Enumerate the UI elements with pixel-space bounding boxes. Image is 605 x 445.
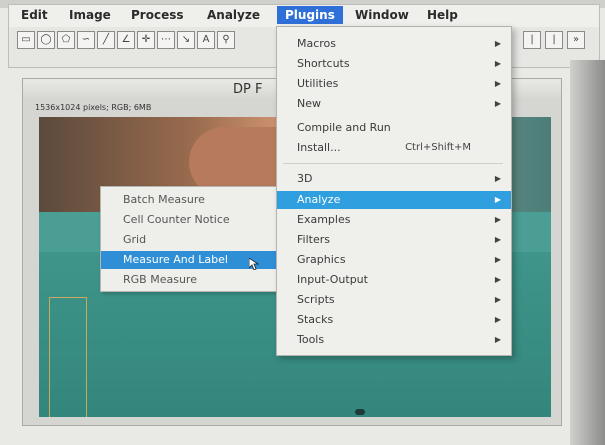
more-tools-icon[interactable]: » xyxy=(567,31,585,49)
submenu-item-grid[interactable]: Grid xyxy=(123,233,146,246)
plugins-item-examples[interactable]: Examples xyxy=(297,213,350,226)
plugins-item-tools[interactable]: Tools xyxy=(297,333,324,346)
image-info: 1536x1024 pixels; RGB; 6MB xyxy=(35,103,152,112)
plugins-item-utilities[interactable]: Utilities xyxy=(297,77,338,90)
rectangle-tool-icon[interactable]: ▭ xyxy=(17,31,35,49)
submenu-arrow-icon: ▶ xyxy=(494,79,501,88)
submenu-item-batch-measure[interactable]: Batch Measure xyxy=(123,193,205,206)
submenu-item-measure-and-label[interactable]: Measure And Label xyxy=(123,253,228,266)
roi-outline xyxy=(49,297,87,417)
submenu-arrow-icon: ▶ xyxy=(494,315,501,324)
menu-analyze[interactable]: Analyze xyxy=(207,8,260,22)
plugins-item-graphics[interactable]: Graphics xyxy=(297,253,346,266)
menu-separator xyxy=(283,163,503,164)
toolbar-spare-icon[interactable]: | xyxy=(545,31,563,49)
menu-process[interactable]: Process xyxy=(131,8,184,22)
menu-window[interactable]: Window xyxy=(355,8,409,22)
install-shortcut: Ctrl+Shift+M xyxy=(405,142,471,153)
dropper-tool-icon[interactable]: ↘ xyxy=(177,31,195,49)
submenu-arrow-icon: ▶ xyxy=(494,39,501,48)
image-window-title: DP F xyxy=(233,82,263,97)
menu-edit[interactable]: Edit xyxy=(21,8,48,22)
plugins-item-analyze[interactable]: Analyze xyxy=(297,193,340,206)
submenu-arrow-icon: ▶ xyxy=(494,255,501,264)
plugins-item-filters[interactable]: Filters xyxy=(297,233,330,246)
plugins-item-shortcuts[interactable]: Shortcuts xyxy=(297,57,350,70)
point-tool-icon[interactable]: ✛ xyxy=(137,31,155,49)
menu-bar: Edit Image Process Analyze Plugins Windo… xyxy=(9,5,599,27)
wand-tool-icon[interactable]: ⋯ xyxy=(157,31,175,49)
menu-plugins[interactable]: Plugins xyxy=(277,6,343,24)
submenu-arrow-icon: ▶ xyxy=(494,174,501,183)
plugins-item-3d[interactable]: 3D xyxy=(297,172,312,185)
angle-tool-icon[interactable]: ∠ xyxy=(117,31,135,49)
screen-photo: Edit Image Process Analyze Plugins Windo… xyxy=(0,0,605,445)
submenu-arrow-icon: ▶ xyxy=(494,275,501,284)
plugins-menu: Macros ▶ Shortcuts ▶ Utilities ▶ New ▶ C… xyxy=(276,26,512,356)
polygon-tool-icon[interactable]: ⬠ xyxy=(57,31,75,49)
submenu-arrow-icon: ▶ xyxy=(494,195,501,204)
menu-image[interactable]: Image xyxy=(69,8,111,22)
analyze-submenu: Batch Measure Cell Counter Notice Grid M… xyxy=(100,186,277,292)
submenu-arrow-icon: ▶ xyxy=(494,215,501,224)
toolbar-spare-icon[interactable]: | xyxy=(523,31,541,49)
submenu-arrow-icon: ▶ xyxy=(494,335,501,344)
submenu-item-cell-counter-notice[interactable]: Cell Counter Notice xyxy=(123,213,230,226)
submenu-arrow-icon: ▶ xyxy=(494,235,501,244)
text-tool-icon[interactable]: A xyxy=(197,31,215,49)
plugins-item-new[interactable]: New xyxy=(297,97,321,110)
plugins-item-compile-and-run[interactable]: Compile and Run xyxy=(297,121,391,134)
line-tool-icon[interactable]: ╱ xyxy=(97,31,115,49)
plugins-item-stacks[interactable]: Stacks xyxy=(297,313,333,326)
monitor-edge xyxy=(570,60,605,445)
mouse-pointer-icon xyxy=(249,258,259,270)
plugins-item-scripts[interactable]: Scripts xyxy=(297,293,335,306)
zoom-tool-icon[interactable]: ⚲ xyxy=(217,31,235,49)
submenu-arrow-icon: ▶ xyxy=(494,295,501,304)
plugins-item-macros[interactable]: Macros xyxy=(297,37,336,50)
oval-tool-icon[interactable]: ◯ xyxy=(37,31,55,49)
photo-dark-spot xyxy=(355,409,365,415)
menu-help[interactable]: Help xyxy=(427,8,458,22)
submenu-arrow-icon: ▶ xyxy=(494,99,501,108)
submenu-item-rgb-measure[interactable]: RGB Measure xyxy=(123,273,197,286)
freehand-tool-icon[interactable]: ∽ xyxy=(77,31,95,49)
plugins-item-input-output[interactable]: Input-Output xyxy=(297,273,368,286)
plugins-item-install[interactable]: Install... xyxy=(297,141,341,154)
submenu-arrow-icon: ▶ xyxy=(494,59,501,68)
